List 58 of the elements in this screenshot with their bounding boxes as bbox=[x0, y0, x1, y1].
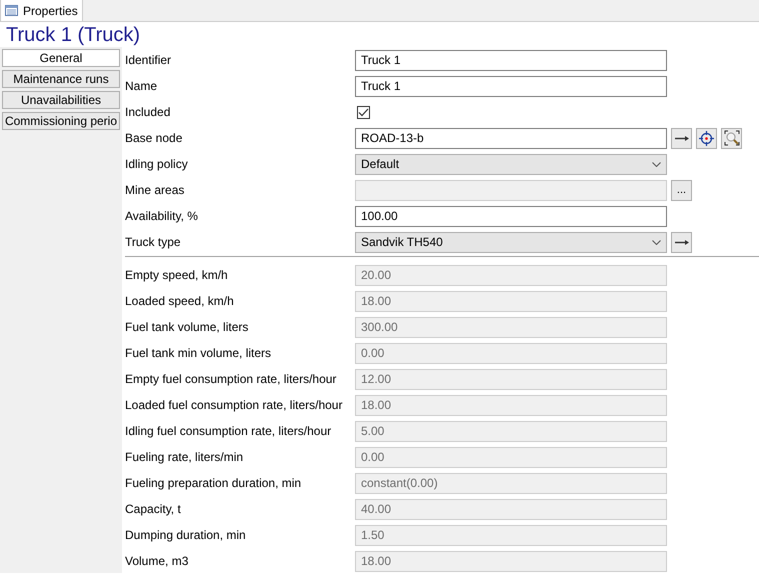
input-field[interactable]: 100.00 bbox=[355, 206, 667, 226]
field-label: Capacity, t bbox=[125, 501, 182, 518]
readonly-field: 5.00 bbox=[355, 420, 667, 442]
input-field[interactable]: ROAD-13-b bbox=[355, 128, 667, 148]
properties-tab[interactable]: Properties bbox=[0, 0, 83, 21]
checkbox[interactable] bbox=[357, 106, 370, 118]
readonly-field: 18.00 bbox=[355, 550, 667, 572]
readonly-field: 1.50 bbox=[355, 524, 667, 546]
table-icon bbox=[5, 5, 18, 16]
field-label: Fuel tank volume, liters bbox=[125, 319, 250, 336]
arrow-icon bbox=[674, 136, 688, 140]
field-label: Identifier bbox=[125, 52, 172, 69]
readonly-field: 12.00 bbox=[355, 368, 667, 390]
readonly-field: constant(0.00) bbox=[355, 472, 667, 494]
sidebar-tab[interactable]: Unavailabilities bbox=[2, 91, 120, 109]
field-label: Idling fuel consumption rate, liters/hour bbox=[125, 423, 332, 440]
field-label: Loaded fuel consumption rate, liters/hour bbox=[125, 397, 344, 414]
dropdown[interactable]: Default bbox=[355, 154, 667, 174]
page-title: Truck 1 (Truck) bbox=[5, 23, 142, 47]
readonly-field: 40.00 bbox=[355, 498, 667, 520]
sidebar-tab[interactable]: Maintenance runs bbox=[2, 70, 120, 88]
readonly-field: 0.00 bbox=[355, 342, 667, 364]
field-label: Truck type bbox=[125, 234, 182, 251]
dropdown[interactable]: Sandvik TH540 bbox=[355, 232, 667, 252]
field-label: Fuel tank min volume, liters bbox=[125, 345, 272, 362]
field-label: Availability, % bbox=[125, 208, 199, 225]
field-label: Idling policy bbox=[125, 156, 189, 173]
zoom-button[interactable] bbox=[721, 128, 742, 148]
locate-button[interactable] bbox=[696, 128, 717, 148]
field-label: Empty speed, km/h bbox=[125, 267, 229, 284]
readonly-field: 300.00 bbox=[355, 316, 667, 338]
field-label: Name bbox=[125, 78, 158, 95]
chevron-icon bbox=[652, 240, 661, 244]
readonly-field: 18.00 bbox=[355, 290, 667, 312]
crosshair-icon bbox=[699, 130, 714, 146]
field-label: Loaded speed, km/h bbox=[125, 293, 235, 310]
field-label: Fueling rate, liters/min bbox=[125, 449, 244, 466]
browse-button[interactable]: ... bbox=[671, 180, 692, 200]
field-label: Fueling preparation duration, min bbox=[125, 475, 302, 492]
readonly-field: 0.00 bbox=[355, 446, 667, 468]
zoom-icon bbox=[724, 130, 740, 146]
field-label: Empty fuel consumption rate, liters/hour bbox=[125, 371, 338, 388]
field-label: Volume, m3 bbox=[125, 553, 190, 570]
readonly-field: 20.00 bbox=[355, 264, 667, 286]
readonly-field: 18.00 bbox=[355, 394, 667, 416]
input-field[interactable]: Truck 1 bbox=[355, 50, 667, 70]
field-label: Base node bbox=[125, 130, 184, 147]
chevron-icon bbox=[652, 162, 661, 166]
sidebar-tab[interactable]: Commissioning perio bbox=[2, 112, 120, 130]
field-label: Dumping duration, min bbox=[125, 527, 247, 544]
go-to-button[interactable] bbox=[671, 232, 692, 252]
field-label: Included bbox=[125, 104, 172, 121]
sidebar-tab[interactable]: General bbox=[2, 49, 120, 67]
input-field[interactable] bbox=[355, 180, 667, 200]
arrow-icon bbox=[674, 240, 688, 244]
field-label: Mine areas bbox=[125, 182, 186, 199]
input-field[interactable]: Truck 1 bbox=[355, 76, 667, 96]
go-to-button[interactable] bbox=[671, 128, 692, 148]
